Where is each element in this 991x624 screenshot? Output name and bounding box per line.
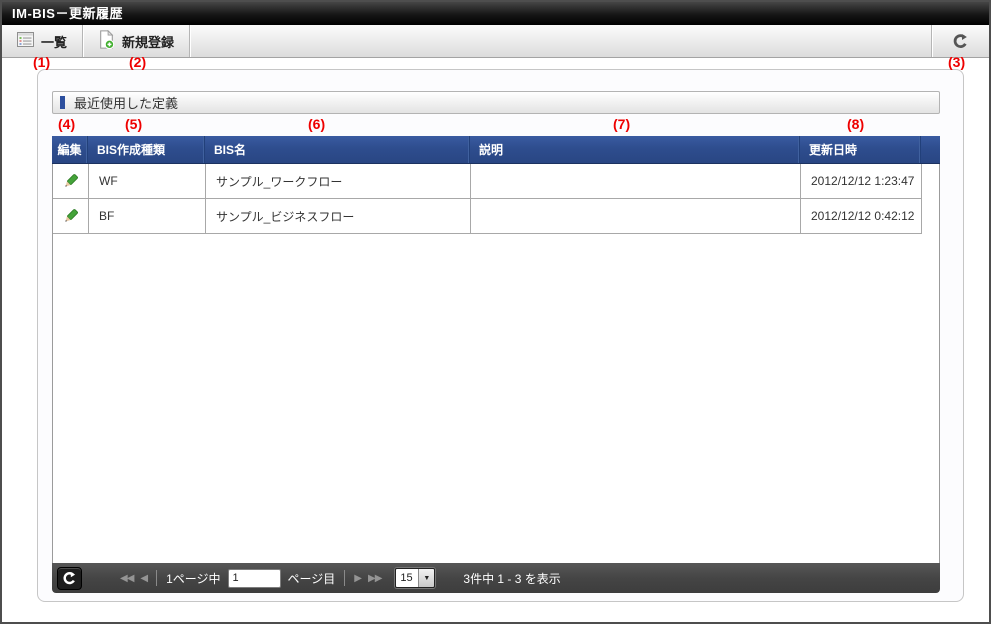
pagination-separator	[344, 570, 346, 586]
page-number-input[interactable]	[227, 568, 281, 588]
last-page-button[interactable]: ▶▶	[368, 573, 382, 584]
new-registration-button[interactable]: 新規登録	[83, 25, 189, 57]
table-row: WF サンプル_ワークフロー 2012/12/12 1:23:47	[53, 164, 922, 199]
grid-header-row: 編集 BIS作成種類 BIS名 説明 更新日時	[52, 136, 940, 164]
updated-cell: 2012/12/12 1:23:47	[801, 164, 922, 199]
annotation-1: (1)	[33, 54, 51, 70]
column-header-name: BIS名	[205, 136, 470, 163]
content-panel: 最近使用した定義 編集 BIS作成種類 BIS名 説明 更新日時 WF サンプル…	[37, 69, 964, 602]
prev-page-button[interactable]: ◀	[140, 573, 148, 584]
table-row: BF サンプル_ビジネスフロー 2012/12/12 0:42:12	[53, 199, 922, 234]
refresh-icon	[63, 571, 76, 584]
description-cell	[471, 199, 801, 234]
column-header-gutter	[921, 136, 939, 163]
toolbar-right	[931, 25, 989, 57]
column-header-type: BIS作成種類	[88, 136, 205, 163]
section-header: 最近使用した定義	[52, 91, 940, 114]
refresh-button[interactable]	[932, 25, 989, 57]
toolbar-separator	[189, 25, 191, 57]
section-accent-bar	[60, 96, 65, 109]
page-count-label: 1ページ中	[166, 571, 221, 586]
annotation-3: (3)	[948, 54, 966, 70]
list-button-label: 一覧	[41, 34, 68, 50]
chevron-down-icon: ▼	[418, 569, 435, 587]
next-page-button[interactable]: ▶	[354, 573, 362, 584]
annotation-5: (5)	[125, 116, 143, 132]
description-cell	[471, 164, 801, 199]
list-icon	[17, 32, 34, 50]
edit-cell	[53, 199, 89, 234]
new-registration-label: 新規登録	[122, 34, 175, 50]
page-size-value: 15	[396, 569, 419, 587]
new-document-icon	[98, 29, 115, 52]
pagination-refresh-button[interactable]	[57, 566, 82, 590]
first-page-button[interactable]: ◀◀	[120, 573, 134, 584]
page-size-select[interactable]: 15 ▼	[395, 568, 436, 588]
edit-cell	[53, 164, 89, 199]
name-cell: サンプル_ビジネスフロー	[206, 199, 471, 234]
page-suffix-label: ページ目	[287, 571, 336, 586]
annotation-4: (4)	[58, 116, 76, 132]
pagination-bar: ◀◀ ◀ 1ページ中 ページ目 ▶ ▶▶ 15 ▼ 3件中 1 - 3 を表示	[52, 563, 940, 593]
updated-cell: 2012/12/12 0:42:12	[801, 199, 922, 234]
column-header-edit: 編集	[52, 136, 88, 163]
window-title: IM-BIS－更新履歴	[2, 2, 989, 25]
pagination-separator	[156, 570, 158, 586]
type-cell: WF	[89, 164, 206, 199]
result-summary: 3件中 1 - 3 を表示	[463, 571, 561, 586]
edit-pencil-icon[interactable]	[62, 208, 79, 225]
column-header-updated: 更新日時	[800, 136, 921, 163]
name-cell: サンプル_ワークフロー	[206, 164, 471, 199]
toolbar: 一覧 新規登録	[2, 25, 989, 58]
app-window: IM-BIS－更新履歴 一覧 新規登録 (1) (2) (3) (4) (5) …	[0, 0, 991, 624]
edit-pencil-icon[interactable]	[62, 173, 79, 190]
list-button[interactable]: 一覧	[2, 25, 82, 57]
section-title: 最近使用した定義	[74, 96, 179, 111]
column-header-description: 説明	[470, 136, 800, 163]
grid-body: WF サンプル_ワークフロー 2012/12/12 1:23:47 BF サンプ…	[52, 164, 940, 563]
definitions-grid: 編集 BIS作成種類 BIS名 説明 更新日時 WF サンプル_ワークフロー 2…	[52, 136, 940, 593]
annotation-6: (6)	[308, 116, 326, 132]
type-cell: BF	[89, 199, 206, 234]
annotation-7: (7)	[613, 116, 631, 132]
refresh-icon	[953, 33, 967, 48]
annotation-2: (2)	[129, 54, 147, 70]
annotation-8: (8)	[847, 116, 865, 132]
